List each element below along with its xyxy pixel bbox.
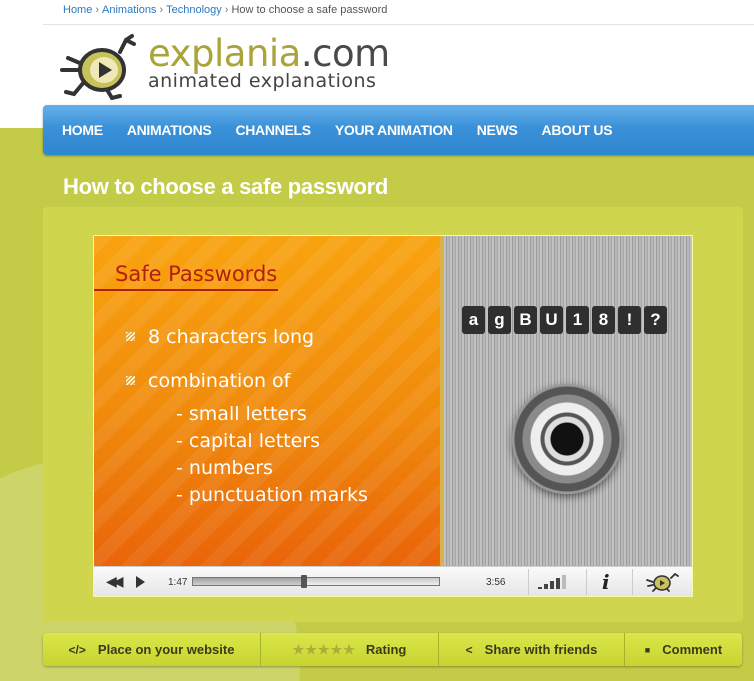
password-char: U	[540, 306, 563, 334]
slide-sub-item: - small letters	[176, 403, 307, 425]
main-nav: HOME ANIMATIONS CHANNELS YOUR ANIMATION …	[43, 105, 754, 155]
logo-name: explania.com	[148, 32, 390, 75]
slide-sub-item: - numbers	[176, 457, 273, 479]
play-icon[interactable]	[136, 576, 145, 588]
explania-logo-icon[interactable]	[644, 572, 680, 592]
breadcrumb: Home › Animations › Technology › How to choose…	[63, 4, 387, 16]
breadcrumb-animations[interactable]: Animations	[102, 4, 156, 16]
breadcrumb-technology[interactable]: Technology	[166, 4, 222, 16]
nav-channels[interactable]: CHANNELS	[235, 122, 311, 138]
star-rating-icon[interactable]: ★★★★★	[293, 642, 356, 658]
safe-dial-icon	[512, 384, 622, 494]
breadcrumb-home[interactable]: Home	[63, 4, 92, 16]
rating-label: Rating	[365, 642, 407, 657]
control-divider	[586, 569, 587, 595]
page-title: How to choose a safe password	[63, 174, 389, 199]
breadcrumb-separator: ›	[95, 4, 100, 16]
embed-label: Place on your website	[97, 642, 235, 657]
action-bar: </> Place on your website ★★★★★ Rating <…	[43, 633, 742, 666]
password-char: B	[514, 306, 537, 334]
volume-bar	[562, 575, 566, 589]
password-char: a	[462, 306, 485, 334]
share-button[interactable]: < Share with friends	[439, 633, 625, 666]
info-icon[interactable]: i	[602, 570, 610, 594]
bullet-icon	[126, 332, 135, 341]
volume-bar	[550, 581, 554, 589]
comment-icon: ■	[644, 644, 651, 655]
site-logo[interactable]: explania.com animated explanations	[60, 30, 390, 100]
breadcrumb-separator: ›	[224, 4, 229, 16]
comment-label: Comment	[662, 642, 723, 657]
slide-title: Safe Passwords	[115, 262, 278, 286]
comment-button[interactable]: ■ Comment	[625, 633, 742, 666]
slide-sub-item: - capital letters	[176, 430, 321, 452]
player-controls: ◀◀ 1:47 3:56 i	[94, 566, 692, 596]
nav-news[interactable]: NEWS	[477, 122, 518, 138]
password-char: g	[488, 306, 511, 334]
slide-title-underline	[94, 289, 278, 291]
breadcrumb-separator: ›	[159, 4, 164, 16]
slide-sub-item: - punctuation marks	[176, 484, 368, 506]
video-player[interactable]: Safe Passwords 8 characters long combina…	[93, 235, 693, 597]
nav-animations[interactable]: ANIMATIONS	[127, 122, 212, 138]
password-char: 1	[566, 306, 589, 334]
volume-bar	[538, 587, 542, 589]
nav-your-animation[interactable]: YOUR ANIMATION	[335, 122, 453, 138]
share-label: Share with friends	[484, 642, 598, 657]
rewind-icon[interactable]: ◀◀	[106, 573, 123, 590]
bullet-icon	[126, 376, 135, 385]
seek-bar[interactable]	[192, 575, 440, 588]
code-icon: </>	[68, 642, 86, 657]
seek-bar-fill	[193, 578, 305, 585]
password-char: ?	[644, 306, 667, 334]
logo-tagline: animated explanations	[148, 70, 377, 92]
volume-icon[interactable]	[538, 575, 566, 589]
total-time: 3:56	[486, 577, 506, 588]
password-char: !	[618, 306, 641, 334]
password-char: 8	[592, 306, 615, 334]
seek-handle[interactable]	[301, 575, 308, 588]
password-display: a g B U 1 8 ! ?	[462, 306, 667, 334]
volume-bar	[544, 584, 548, 589]
nav-about-us[interactable]: ABOUT US	[542, 122, 613, 138]
slide-text-panel: Safe Passwords 8 characters long combina…	[94, 236, 440, 566]
header-divider	[43, 24, 754, 25]
embed-button[interactable]: </> Place on your website	[43, 633, 261, 666]
logo-mascot-icon	[60, 34, 136, 100]
breadcrumb-current: How to choose a safe password	[231, 4, 388, 16]
slide-bullet: combination of	[126, 370, 290, 392]
share-icon: <	[465, 642, 473, 657]
volume-bar	[556, 578, 560, 589]
control-divider	[528, 569, 529, 595]
slide-bullet: 8 characters long	[126, 326, 314, 348]
nav-home[interactable]: HOME	[62, 122, 103, 138]
current-time: 1:47	[168, 577, 188, 588]
rating-button[interactable]: ★★★★★ Rating	[261, 633, 439, 666]
control-divider	[632, 569, 633, 595]
